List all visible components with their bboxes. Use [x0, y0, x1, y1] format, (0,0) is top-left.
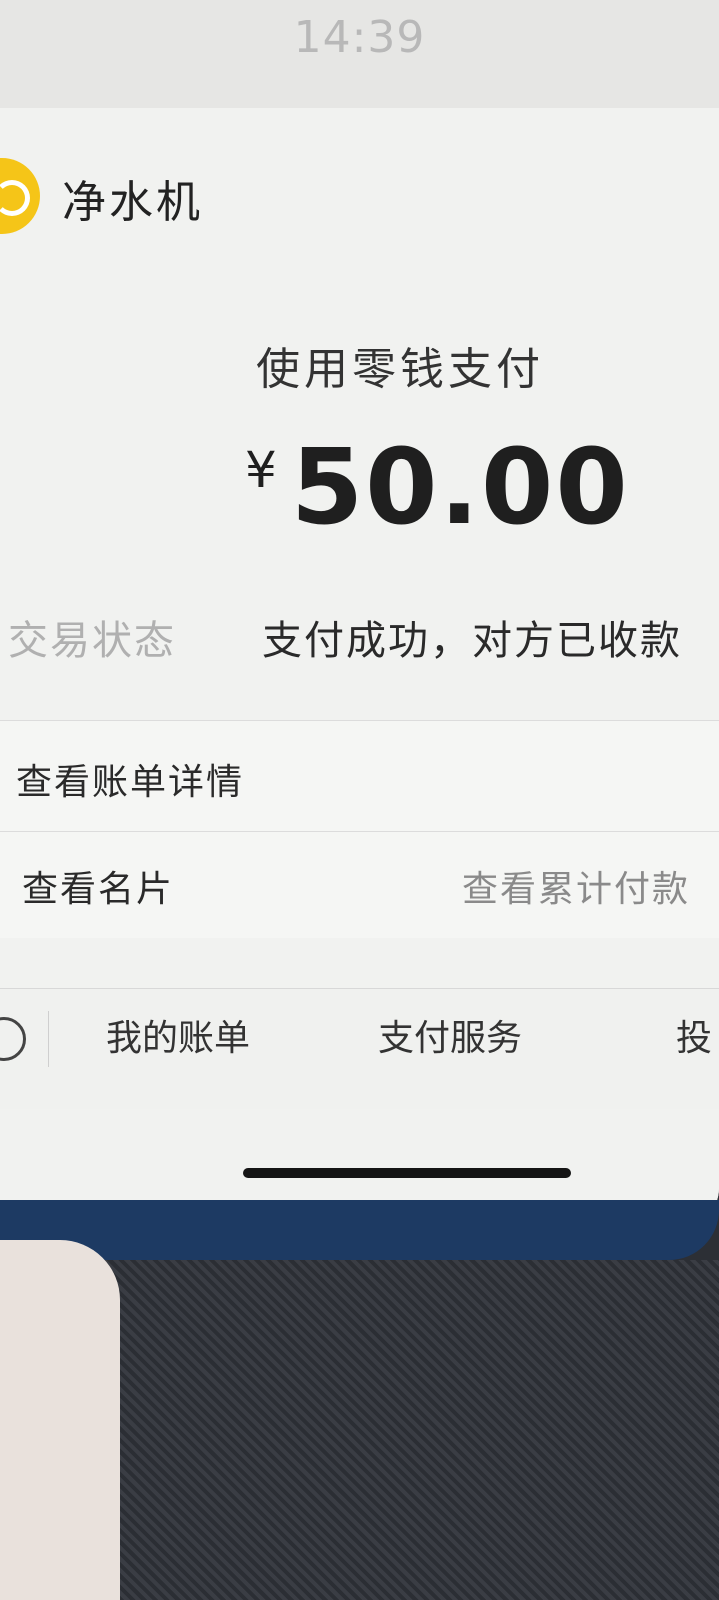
home-indicator [243, 1168, 571, 1178]
phone-frame-edge [0, 1200, 719, 1260]
nav-item-payment-services[interactable]: 支付服务 [378, 1009, 522, 1061]
menu-icon[interactable] [0, 1017, 26, 1061]
payment-amount: ¥50.00 [245, 426, 630, 548]
phone-screen: 14:39 净水机 使用零钱支付 ¥50.00 交易状态 支付成功，对方已收款 … [0, 0, 719, 1228]
bill-details-link[interactable]: 查看账单详情 [16, 753, 244, 805]
payment-detail-page: 净水机 使用零钱支付 ¥50.00 交易状态 支付成功，对方已收款 查看账单详情… [0, 108, 719, 1228]
payment-method: 使用零钱支付 [256, 344, 544, 395]
nav-item-complaint[interactable]: 投 [676, 1009, 712, 1061]
finger [0, 1240, 120, 1600]
card-actions-row: 查看名片 查看累计付款 [0, 832, 719, 938]
cumulative-payment-link[interactable]: 查看累计付款 [462, 860, 690, 912]
status-time: 14:39 [293, 12, 426, 63]
merchant-name: 净水机 [62, 177, 203, 228]
bottom-nav: 我的账单 支付服务 投 [0, 988, 719, 1109]
status-bar: 14:39 [0, 0, 719, 108]
view-card-link[interactable]: 查看名片 [22, 860, 174, 912]
nav-divider [48, 1011, 49, 1067]
merchant-logo-icon [0, 158, 40, 234]
transaction-status-value: 支付成功，对方已收款 [262, 618, 682, 664]
transaction-status-label: 交易状态 [8, 618, 176, 664]
bill-details-row[interactable]: 查看账单详情 [0, 721, 719, 831]
merchant-header[interactable]: 净水机 [0, 158, 719, 238]
currency-symbol: ¥ [245, 441, 277, 499]
nav-item-my-bills[interactable]: 我的账单 [106, 1009, 250, 1061]
amount-value: 50.00 [290, 426, 630, 548]
